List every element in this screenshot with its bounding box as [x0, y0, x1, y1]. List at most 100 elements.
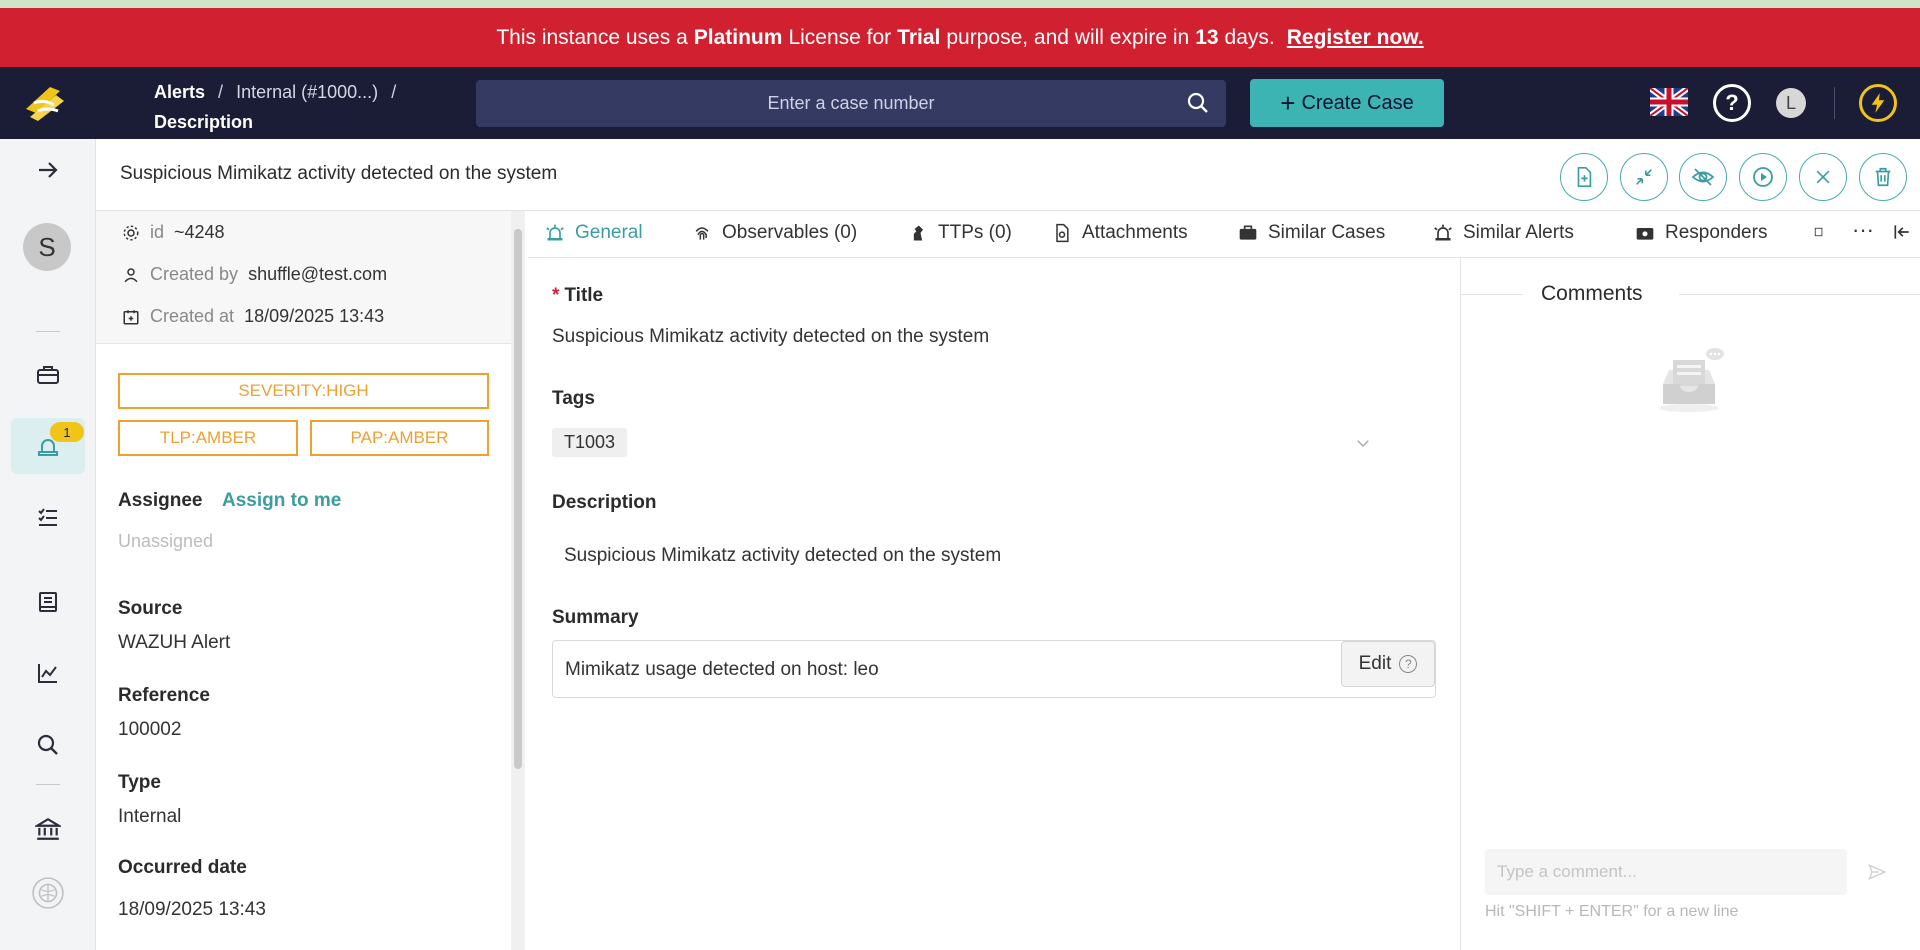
tag-chip[interactable]: T1003 [552, 428, 628, 457]
close-icon[interactable] [1799, 153, 1847, 201]
reference-label: Reference [118, 685, 210, 706]
org-avatar[interactable]: S [23, 223, 71, 271]
title-field-value[interactable]: Suspicious Mimikatz activity detected on… [552, 326, 989, 348]
edit-label: Edit [1358, 653, 1392, 674]
comment-input[interactable]: Type a comment... [1485, 849, 1847, 895]
scrollbar-thumb[interactable] [514, 229, 522, 769]
alert-tabs: General Observables (0) TTPs (0) Attachm… [528, 211, 1920, 258]
delete-trash-icon[interactable] [1859, 153, 1907, 201]
summary-box: Mimikatz usage detected on host: leo Edi… [552, 640, 1436, 698]
create-case-label: Create Case [1301, 91, 1414, 114]
help-circle-icon: ? [1399, 655, 1418, 673]
summary-field-label: Summary [552, 607, 639, 628]
assign-to-me-link[interactable]: Assign to me [222, 490, 341, 512]
briefcase-icon [1239, 225, 1257, 240]
breadcrumb-separator: / [218, 82, 224, 102]
banner-middle: License for [788, 25, 892, 49]
tlp-badge[interactable]: TLP:AMBER [118, 420, 298, 456]
top-accent-line [0, 0, 1920, 8]
run-responder-play-icon[interactable] [1739, 153, 1787, 201]
expand-sidebar-icon[interactable] [0, 142, 96, 198]
tab-overflow-icon[interactable] [1814, 222, 1824, 242]
breadcrumb-alerts[interactable]: Alerts [154, 82, 205, 102]
tab-ttps[interactable]: TTPs (0) [908, 222, 1012, 244]
tab-general[interactable]: General [545, 222, 643, 244]
reference-value: 100002 [118, 719, 182, 740]
id-label: id [150, 222, 165, 242]
collapse-panel-icon[interactable] [1892, 222, 1912, 242]
plus-icon: + [1280, 88, 1296, 118]
alerts-count-badge: 1 [50, 422, 84, 442]
help-icon[interactable]: ? [1713, 84, 1751, 122]
tags-field-label: Tags [552, 388, 595, 409]
siren-icon [1434, 224, 1452, 241]
merge-minimize-icon[interactable] [1620, 153, 1668, 201]
user-icon [124, 267, 138, 282]
comment-hint: Hit "SHIFT + ENTER" for a new line [1485, 903, 1739, 920]
nav-divider [36, 784, 60, 785]
breadcrumb-internal[interactable]: Internal (#1000...) [236, 82, 378, 102]
created-at-label: Created at [150, 306, 235, 326]
type-value: Internal [118, 806, 182, 827]
register-now-link[interactable]: Register now. [1287, 26, 1424, 50]
created-by-value: shuffle@test.com [248, 264, 388, 284]
description-field-value[interactable]: Suspicious Mimikatz activity detected on… [564, 545, 1001, 567]
cortex-brain-icon[interactable] [0, 865, 96, 921]
chevron-down-icon[interactable] [1354, 434, 1372, 452]
ignore-eye-off-icon[interactable] [1679, 153, 1727, 201]
edit-summary-button[interactable]: Edit ? [1341, 641, 1435, 687]
tab-similar-cases[interactable]: Similar Cases [1238, 222, 1385, 244]
assignee-label: Assignee [118, 490, 203, 511]
file-search-icon [1056, 223, 1069, 243]
alert-id-row: id ~4248 [122, 222, 225, 243]
tab-observables[interactable]: Observables (0) [692, 222, 857, 244]
banner-days: 13 [1195, 25, 1219, 49]
breadcrumb: Alerts / Internal (#1000...) / Descripti… [154, 77, 404, 137]
left-nav-sidebar: S 1 [0, 139, 96, 950]
uk-flag-icon[interactable] [1648, 85, 1690, 119]
comments-header: Comments [1461, 282, 1920, 305]
pap-badge[interactable]: PAP:AMBER [310, 420, 489, 456]
occurred-date-value: 18/09/2025 13:43 [118, 899, 266, 920]
create-case-button[interactable]: + Create Case [1250, 79, 1444, 127]
created-at-row: Created at 18/09/2025 13:43 [122, 306, 384, 327]
search-nav-icon[interactable] [0, 717, 96, 773]
dashboards-chart-icon[interactable] [0, 645, 96, 701]
title-field-label: * Title [552, 285, 604, 306]
general-tab-content: * Title Suspicious Mimikatz activity dete… [528, 258, 1460, 950]
siren-icon [546, 224, 564, 241]
alert-title: Suspicious Mimikatz activity detected on… [120, 163, 558, 184]
send-icon[interactable] [1867, 862, 1887, 882]
knowledge-book-icon[interactable] [0, 574, 96, 630]
assignee-value[interactable]: Unassigned [118, 531, 213, 552]
tab-responders[interactable]: Responders [1635, 222, 1767, 244]
severity-badge[interactable]: SEVERITY:HIGH [118, 373, 489, 409]
organisation-bank-icon[interactable] [0, 801, 96, 857]
alert-title-bar: Suspicious Mimikatz activity detected on… [96, 139, 1920, 211]
lightning-icon[interactable] [1859, 84, 1897, 122]
create-case-from-alert-icon[interactable] [1560, 153, 1608, 201]
cases-briefcase-icon[interactable] [0, 347, 96, 403]
app-logo-icon[interactable] [20, 79, 70, 127]
top-header: Alerts / Internal (#1000...) / Descripti… [0, 67, 1920, 139]
comments-title: Comments [1541, 282, 1643, 305]
created-by-row: Created by shuffle@test.com [122, 264, 387, 285]
header-divider [1834, 87, 1835, 119]
search-icon[interactable] [1186, 91, 1210, 115]
user-avatar[interactable]: L [1776, 88, 1806, 118]
required-asterisk: * [552, 285, 560, 306]
tab-attachments[interactable]: Attachments [1052, 222, 1188, 244]
tasks-list-icon[interactable] [0, 489, 96, 545]
fingerprint-icon [695, 227, 709, 240]
occurred-date-label: Occurred date [118, 857, 247, 878]
responder-gear-icon [1636, 228, 1654, 240]
tabs-more-button[interactable]: ··· [1852, 217, 1874, 243]
details-scrollbar[interactable] [511, 211, 525, 950]
license-banner: This instance uses a Platinum License fo… [0, 8, 1920, 67]
divider [1461, 294, 1523, 295]
source-label: Source [118, 598, 183, 619]
case-search-input[interactable]: Enter a case number [476, 80, 1226, 127]
banner-days-suffix: days. [1224, 25, 1275, 49]
breadcrumb-description: Description [154, 112, 254, 132]
tab-similar-alerts[interactable]: Similar Alerts [1433, 222, 1574, 244]
